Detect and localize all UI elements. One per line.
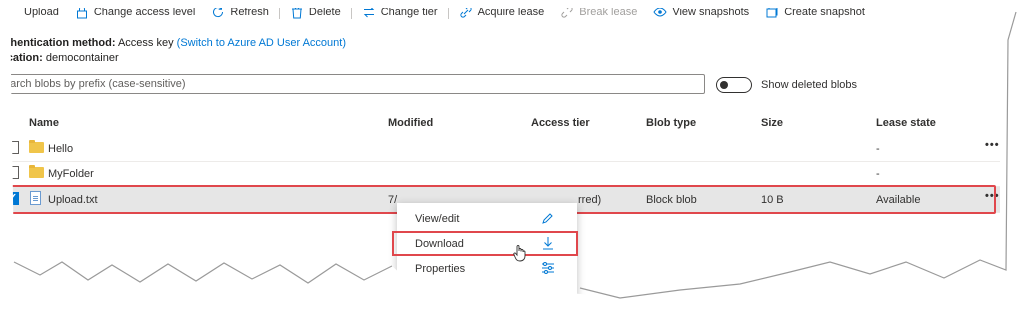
view-snapshots-label: View snapshots [672,6,750,18]
command-bar: Upload Change access level Refresh Delet… [0,0,1025,24]
show-deleted-label: Show deleted blobs [761,79,858,91]
folder-icon [29,140,44,153]
menu-item-view-edit[interactable]: View/edit [397,207,577,231]
location-value: democontainer [45,52,119,64]
storage-explorer-frame: Upload Change access level Refresh Delet… [0,0,1025,309]
auth-method-line: uthentication method: Access key (Switch… [0,36,346,51]
toggle-knob [720,81,728,89]
row-lease-state: - [876,143,880,155]
create-snapshot-label: Create snapshot [784,6,865,18]
lock-icon [76,6,87,19]
menu-item-label: View/edit [415,213,460,225]
column-header-size[interactable]: Size [761,117,783,129]
search-input[interactable]: earch blobs by prefix (case-sensitive) [0,74,705,94]
auth-method-value: Access key [117,37,174,49]
row-name[interactable]: Hello [48,143,73,155]
upload-label: Upload [24,6,59,18]
row-name[interactable]: MyFolder [48,168,94,180]
refresh-button[interactable]: Refresh [203,5,277,19]
change-tier-button[interactable]: Change tier [354,5,446,19]
upload-button[interactable]: Upload [0,6,67,18]
refresh-label: Refresh [230,6,269,18]
column-header-modified[interactable]: Modified [388,117,433,129]
snapshot-icon [766,6,778,18]
create-snapshot-button[interactable]: Create snapshot [757,5,873,19]
switch-auth-link[interactable]: (Switch to Azure AD User Account) [177,37,346,49]
column-header-lease-state[interactable]: Lease state [876,117,936,129]
delete-label: Delete [308,6,341,18]
search-placeholder: earch blobs by prefix (case-sensitive) [4,78,186,90]
delete-button[interactable]: Delete [282,5,349,19]
menu-item-properties[interactable]: Properties [397,257,577,281]
pencil-icon [542,213,553,224]
eye-icon [653,7,667,17]
row-lease-state: - [876,168,880,180]
column-header-access-tier[interactable]: Access tier [531,117,590,129]
row-more-button[interactable]: ••• [985,139,1000,151]
context-menu: View/edit Download Properties [397,203,577,309]
break-lease-button[interactable]: Break lease [552,5,645,19]
change-access-level-button[interactable]: Change access level [67,5,204,19]
table-row[interactable]: Hello - ••• [0,136,1000,162]
change-access-level-label: Change access level [93,6,196,18]
column-header-name[interactable]: Name [29,117,59,129]
view-snapshots-button[interactable]: View snapshots [645,5,757,19]
toolbar-divider [350,5,352,19]
toolbar-divider [278,5,280,19]
location-line: ocation: democontainer [0,51,119,66]
column-header-blob-type[interactable]: Blob type [646,117,696,129]
hand-cursor-icon [513,245,526,262]
table-row[interactable]: MyFolder - [0,161,1000,187]
menu-item-label: Properties [415,263,466,275]
location-label: ocation: [0,52,43,64]
show-deleted-toggle[interactable] [716,77,752,93]
row-checkbox[interactable] [6,141,19,154]
change-tier-label: Change tier [380,6,438,18]
acquire-lease-label: Acquire lease [477,6,545,18]
swap-arrows-icon [363,6,374,18]
folder-icon [29,165,44,178]
broken-link-icon [561,6,573,18]
toolbar-divider [447,5,449,19]
trash-icon [291,6,302,19]
row-checkbox[interactable] [6,166,19,179]
break-lease-label: Break lease [579,6,638,18]
acquire-lease-button[interactable]: Acquire lease [451,5,553,19]
sliders-icon [542,262,554,274]
auth-method-label: uthentication method: [0,37,116,49]
link-icon [460,6,472,18]
download-highlight-box [392,231,578,256]
refresh-icon [213,6,224,18]
